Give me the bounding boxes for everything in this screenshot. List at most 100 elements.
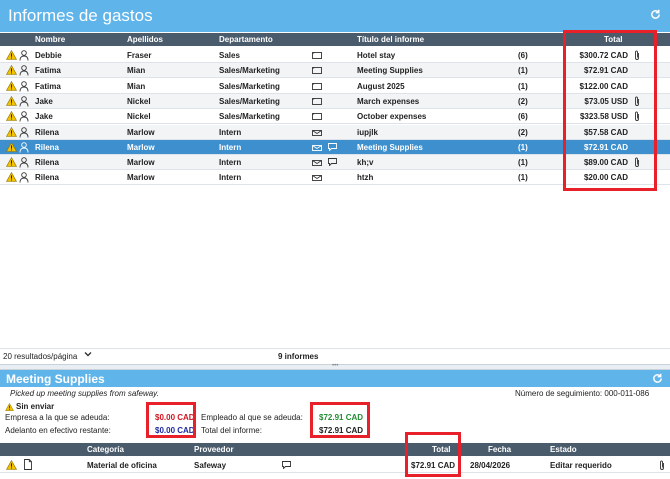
chat-icon[interactable]: [282, 461, 291, 469]
warning-icon: [5, 111, 18, 121]
chat-icon[interactable]: [328, 158, 337, 167]
row-item-count: (1): [518, 173, 528, 183]
row-first-name: Rilena: [35, 158, 60, 168]
expense-item-row[interactable]: Material de oficina Safeway $72.91 CAD 2…: [0, 457, 670, 473]
paperclip-icon[interactable]: [659, 460, 665, 471]
report-count: 9 informes: [278, 352, 319, 361]
chat-icon[interactable]: [328, 142, 337, 152]
item-category: Material de oficina: [87, 461, 157, 470]
warning-icon: [5, 80, 18, 91]
app-header: Informes de gastos: [0, 0, 670, 32]
highlight-box-item-total: [405, 432, 461, 477]
detail-title: Meeting Supplies: [6, 372, 105, 386]
row-department: Sales/Marketing: [219, 66, 280, 76]
row-first-name: Fatima: [35, 81, 61, 91]
open-envelope-icon: [312, 129, 322, 136]
column-header-department[interactable]: Departamento: [219, 35, 273, 44]
person-icon: [19, 96, 29, 107]
item-vendor: Safeway: [194, 461, 227, 470]
expense-items-header: Categoría Proveedor Total Fecha Estado: [0, 443, 670, 456]
highlight-box-employee-amounts: [310, 402, 370, 438]
row-last-name: Marlow: [127, 142, 155, 152]
row-first-name: Jake: [35, 96, 53, 106]
chevron-down-icon[interactable]: [84, 350, 92, 360]
report-description: Picked up meeting supplies from safeway.: [10, 389, 159, 398]
detail-header: Meeting Supplies: [0, 370, 670, 387]
column-header-report-title[interactable]: Título del informe: [357, 35, 424, 44]
highlight-box-totals-column: [563, 30, 657, 191]
row-department: Intern: [219, 142, 242, 152]
row-first-name: Rilena: [35, 127, 60, 137]
row-item-count: (1): [518, 158, 528, 168]
column-header-last-name[interactable]: Apellidos: [127, 35, 163, 44]
warning-icon: [5, 172, 18, 183]
row-item-count: (1): [518, 66, 528, 76]
row-report-title: March expenses: [357, 96, 420, 106]
warning-icon: [5, 141, 18, 152]
warning-icon: [6, 460, 17, 470]
row-report-title: iupjlk: [357, 127, 378, 137]
row-item-count: (2): [518, 96, 528, 106]
row-department: Intern: [219, 158, 242, 168]
column-header-first-name[interactable]: Nombre: [35, 35, 65, 44]
person-icon: [19, 80, 29, 92]
report-status: Sin enviar: [5, 402, 54, 411]
row-department: Sales/Marketing: [219, 81, 280, 91]
row-first-name: Fatima: [35, 66, 61, 76]
person-icon: [19, 172, 29, 183]
person-icon: [19, 142, 29, 153]
row-report-title: October expenses: [357, 112, 427, 122]
highlight-box-owed-amounts: [146, 402, 196, 438]
row-item-count: (6): [518, 51, 528, 60]
person-icon: [19, 126, 29, 138]
warning-icon: [5, 402, 14, 411]
item-date: 28/04/2026: [470, 461, 511, 470]
row-first-name: Rilena: [35, 173, 60, 183]
row-first-name: Rilena: [35, 142, 60, 152]
column-header-category[interactable]: Categoría: [87, 445, 124, 454]
row-last-name: Fraser: [127, 51, 152, 60]
row-last-name: Mian: [127, 81, 146, 91]
tracking-number: Número de seguimiento: 000-011-086: [515, 389, 650, 398]
app-title: Informes de gastos: [8, 6, 153, 25]
cash-advance-label: Adelanto en efectivo restante:: [5, 426, 111, 435]
row-first-name: Jake: [35, 112, 53, 122]
row-first-name: Debbie: [35, 51, 62, 60]
refresh-icon[interactable]: [650, 9, 661, 22]
open-envelope-icon: [312, 159, 322, 167]
row-department: Intern: [219, 127, 242, 137]
report-total-label: Total del informe:: [201, 426, 262, 435]
person-icon: [19, 111, 29, 122]
open-envelope-icon: [312, 144, 322, 151]
row-item-count: (1): [518, 81, 528, 91]
row-report-title: Hotel stay: [357, 51, 396, 60]
person-icon: [19, 65, 29, 76]
person-icon: [19, 50, 29, 61]
column-header-vendor[interactable]: Proveedor: [194, 445, 234, 454]
warning-icon: [5, 156, 18, 167]
row-department: Intern: [219, 173, 242, 183]
row-report-title: htzh: [357, 173, 374, 183]
warning-icon: [5, 49, 18, 60]
document-icon: [24, 459, 32, 470]
open-envelope-icon: [312, 174, 322, 182]
envelope-icon: [312, 67, 322, 75]
row-last-name: Marlow: [127, 127, 155, 137]
row-item-count: (1): [518, 142, 528, 152]
column-header-status[interactable]: Estado: [550, 445, 577, 454]
row-last-name: Marlow: [127, 158, 155, 168]
warning-icon: [5, 65, 18, 76]
results-per-page-label[interactable]: 20 resultados/página: [3, 352, 77, 361]
status-text: Sin enviar: [16, 402, 55, 411]
refresh-icon[interactable]: [652, 373, 663, 386]
row-report-title: Meeting Supplies: [357, 66, 423, 76]
envelope-icon: [312, 113, 322, 121]
column-header-date[interactable]: Fecha: [488, 445, 511, 454]
row-department: Sales/Marketing: [219, 96, 280, 106]
row-last-name: Nickel: [127, 112, 151, 122]
row-department: Sales/Marketing: [219, 112, 280, 122]
warning-icon: [5, 126, 18, 137]
row-last-name: Marlow: [127, 173, 155, 183]
employee-owed-label: Empleado al que se adeuda:: [201, 413, 303, 422]
envelope-icon: [312, 52, 322, 59]
